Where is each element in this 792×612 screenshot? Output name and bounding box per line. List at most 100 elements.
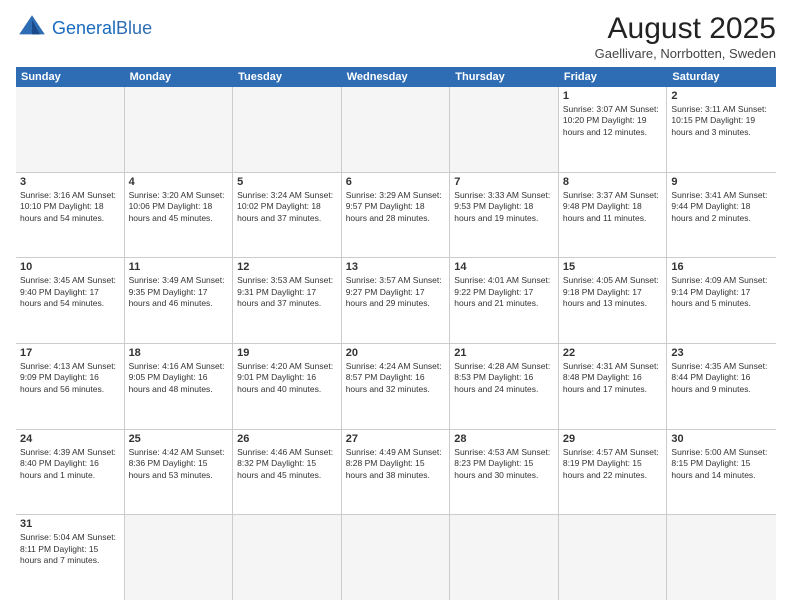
calendar-body: 1 Sunrise: 3:07 AM Sunset: 10:20 PM Dayli…: [16, 87, 776, 600]
day-number: 23: [671, 347, 772, 359]
calendar-cell: 20 Sunrise: 4:24 AM Sunset: 8:57 PM Dayli…: [342, 344, 451, 429]
day-info: Sunrise: 3:07 AM Sunset: 10:20 PM Daylig…: [563, 104, 663, 138]
calendar-cell: 27 Sunrise: 4:49 AM Sunset: 8:28 PM Dayli…: [342, 430, 451, 515]
day-number: 11: [129, 261, 229, 273]
calendar-cell: 13Sunrise: 3:57 AM Sunset: 9:27 PM Dayli…: [342, 258, 451, 343]
day-info: Sunrise: 4:49 AM Sunset: 8:28 PM Dayligh…: [346, 447, 446, 481]
calendar-cell: 12 Sunrise: 3:53 AM Sunset: 9:31 PM Dayli…: [233, 258, 342, 343]
calendar-cell: [125, 515, 234, 600]
logo-blue: Blue: [116, 18, 152, 38]
day-number: 3: [20, 176, 120, 188]
day-info: Sunrise: 3:24 AM Sunset: 10:02 PM Daylig…: [237, 190, 337, 224]
day-info: Sunrise: 3:37 AM Sunset: 9:48 PM Dayligh…: [563, 190, 663, 224]
day-number: 29: [563, 433, 663, 445]
calendar-cell: 19 Sunrise: 4:20 AM Sunset: 9:01 PM Dayli…: [233, 344, 342, 429]
day-info: Sunrise: 3:41 AM Sunset: 9:44 PM Dayligh…: [671, 190, 772, 224]
calendar-cell: 26Sunrise: 4:46 AM Sunset: 8:32 PM Dayli…: [233, 430, 342, 515]
calendar-cell: [450, 87, 559, 172]
weekday-header: Saturday: [667, 67, 776, 87]
day-info: Sunrise: 4:05 AM Sunset: 9:18 PM Dayligh…: [563, 275, 663, 309]
calendar-cell: 2Sunrise: 3:11 AM Sunset: 10:15 PM Dayli…: [667, 87, 776, 172]
calendar-cell: 10 Sunrise: 3:45 AM Sunset: 9:40 PM Dayli…: [16, 258, 125, 343]
title-block: August 2025 Gaellivare, Norrbotten, Swed…: [595, 12, 776, 61]
day-info: Sunrise: 4:20 AM Sunset: 9:01 PM Dayligh…: [237, 361, 337, 395]
calendar-row: 24 Sunrise: 4:39 AM Sunset: 8:40 PM Dayli…: [16, 430, 776, 516]
calendar-cell: 15 Sunrise: 4:05 AM Sunset: 9:18 PM Dayli…: [559, 258, 668, 343]
day-number: 27: [346, 433, 446, 445]
day-number: 16: [671, 261, 772, 273]
day-info: Sunrise: 5:04 AM Sunset: 8:11 PM Dayligh…: [20, 532, 120, 566]
calendar-cell: 5 Sunrise: 3:24 AM Sunset: 10:02 PM Dayli…: [233, 173, 342, 258]
day-number: 1: [563, 90, 663, 102]
day-number: 8: [563, 176, 663, 188]
calendar-header: SundayMondayTuesdayWednesdayThursdayFrid…: [16, 67, 776, 87]
calendar-cell: 24 Sunrise: 4:39 AM Sunset: 8:40 PM Dayli…: [16, 430, 125, 515]
day-info: Sunrise: 4:39 AM Sunset: 8:40 PM Dayligh…: [20, 447, 120, 481]
page: GeneralBlue August 2025 Gaellivare, Norr…: [0, 0, 792, 612]
calendar-cell: 21Sunrise: 4:28 AM Sunset: 8:53 PM Dayli…: [450, 344, 559, 429]
weekday-header: Thursday: [450, 67, 559, 87]
calendar-row: 1 Sunrise: 3:07 AM Sunset: 10:20 PM Dayli…: [16, 87, 776, 173]
calendar-cell: 11 Sunrise: 3:49 AM Sunset: 9:35 PM Dayli…: [125, 258, 234, 343]
day-info: Sunrise: 3:45 AM Sunset: 9:40 PM Dayligh…: [20, 275, 120, 309]
day-number: 15: [563, 261, 663, 273]
calendar-cell: 31Sunrise: 5:04 AM Sunset: 8:11 PM Dayli…: [16, 515, 125, 600]
calendar-cell: 7 Sunrise: 3:33 AM Sunset: 9:53 PM Daylig…: [450, 173, 559, 258]
day-info: Sunrise: 4:35 AM Sunset: 8:44 PM Dayligh…: [671, 361, 772, 395]
calendar-cell: 18Sunrise: 4:16 AM Sunset: 9:05 PM Dayli…: [125, 344, 234, 429]
calendar-row: 17 Sunrise: 4:13 AM Sunset: 9:09 PM Dayli…: [16, 344, 776, 430]
calendar-cell: 9 Sunrise: 3:41 AM Sunset: 9:44 PM Daylig…: [667, 173, 776, 258]
calendar-cell: [342, 515, 451, 600]
calendar-cell: 30Sunrise: 5:00 AM Sunset: 8:15 PM Dayli…: [667, 430, 776, 515]
day-number: 22: [563, 347, 663, 359]
day-info: Sunrise: 4:42 AM Sunset: 8:36 PM Dayligh…: [129, 447, 229, 481]
day-info: Sunrise: 4:46 AM Sunset: 8:32 PM Dayligh…: [237, 447, 337, 481]
calendar-cell: 6Sunrise: 3:29 AM Sunset: 9:57 PM Daylig…: [342, 173, 451, 258]
calendar-cell: 25Sunrise: 4:42 AM Sunset: 8:36 PM Dayli…: [125, 430, 234, 515]
calendar-row: 10 Sunrise: 3:45 AM Sunset: 9:40 PM Dayli…: [16, 258, 776, 344]
day-info: Sunrise: 4:31 AM Sunset: 8:48 PM Dayligh…: [563, 361, 663, 395]
day-number: 21: [454, 347, 554, 359]
calendar-cell: 8 Sunrise: 3:37 AM Sunset: 9:48 PM Daylig…: [559, 173, 668, 258]
day-number: 9: [671, 176, 772, 188]
calendar-cell: [559, 515, 668, 600]
day-number: 18: [129, 347, 229, 359]
day-number: 24: [20, 433, 120, 445]
calendar-cell: 17 Sunrise: 4:13 AM Sunset: 9:09 PM Dayli…: [16, 344, 125, 429]
day-info: Sunrise: 4:13 AM Sunset: 9:09 PM Dayligh…: [20, 361, 120, 395]
calendar-cell: 22 Sunrise: 4:31 AM Sunset: 8:48 PM Dayli…: [559, 344, 668, 429]
calendar: SundayMondayTuesdayWednesdayThursdayFrid…: [16, 67, 776, 600]
logo-general: General: [52, 18, 116, 38]
calendar-cell: [16, 87, 125, 172]
day-info: Sunrise: 4:24 AM Sunset: 8:57 PM Dayligh…: [346, 361, 446, 395]
day-info: Sunrise: 3:33 AM Sunset: 9:53 PM Dayligh…: [454, 190, 554, 224]
calendar-cell: [342, 87, 451, 172]
weekday-header: Monday: [125, 67, 234, 87]
day-number: 20: [346, 347, 446, 359]
calendar-cell: [667, 515, 776, 600]
calendar-cell: [450, 515, 559, 600]
day-info: Sunrise: 3:53 AM Sunset: 9:31 PM Dayligh…: [237, 275, 337, 309]
day-number: 17: [20, 347, 120, 359]
day-number: 19: [237, 347, 337, 359]
header: GeneralBlue August 2025 Gaellivare, Norr…: [16, 12, 776, 61]
day-number: 5: [237, 176, 337, 188]
logo-icon: [16, 12, 48, 44]
calendar-cell: 3Sunrise: 3:16 AM Sunset: 10:10 PM Dayli…: [16, 173, 125, 258]
day-number: 28: [454, 433, 554, 445]
calendar-cell: 1 Sunrise: 3:07 AM Sunset: 10:20 PM Dayli…: [559, 87, 668, 172]
day-number: 12: [237, 261, 337, 273]
day-info: Sunrise: 4:53 AM Sunset: 8:23 PM Dayligh…: [454, 447, 554, 481]
calendar-cell: 4Sunrise: 3:20 AM Sunset: 10:06 PM Dayli…: [125, 173, 234, 258]
calendar-cell: [233, 515, 342, 600]
day-info: Sunrise: 3:49 AM Sunset: 9:35 PM Dayligh…: [129, 275, 229, 309]
day-number: 7: [454, 176, 554, 188]
day-number: 6: [346, 176, 446, 188]
weekday-header: Wednesday: [342, 67, 451, 87]
day-info: Sunrise: 3:57 AM Sunset: 9:27 PM Dayligh…: [346, 275, 446, 309]
day-number: 10: [20, 261, 120, 273]
day-info: Sunrise: 5:00 AM Sunset: 8:15 PM Dayligh…: [671, 447, 772, 481]
logo-text: GeneralBlue: [52, 19, 152, 37]
calendar-row: 3Sunrise: 3:16 AM Sunset: 10:10 PM Dayli…: [16, 173, 776, 259]
calendar-cell: 23 Sunrise: 4:35 AM Sunset: 8:44 PM Dayli…: [667, 344, 776, 429]
